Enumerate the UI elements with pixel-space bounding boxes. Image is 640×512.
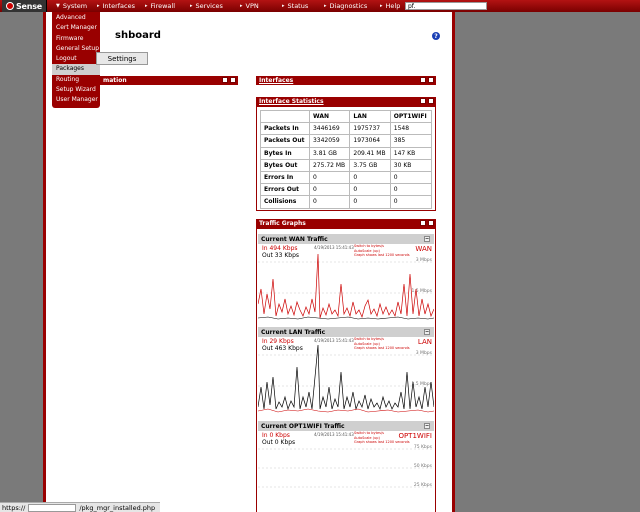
menu-item-advanced[interactable]: Advanced — [52, 13, 100, 23]
menu-diagnostics[interactable]: ▸ Diagnostics — [324, 0, 367, 12]
menu-interfaces[interactable]: ▸ Interfaces — [97, 0, 135, 12]
table-row: Errors In 0 0 0 — [260, 170, 433, 185]
arrow-down-icon: ▼ — [56, 3, 60, 9]
menu-item-logout[interactable]: Logout — [52, 54, 100, 64]
table-row: Bytes In 3.81 GB 209.41 MB 147 KB — [260, 146, 433, 160]
system-dropdown-menu: Advanced Cert Manager Firmware General S… — [52, 12, 100, 108]
minimize-icon[interactable]: − — [424, 423, 430, 429]
menu-item-cert-manager[interactable]: Cert Manager — [52, 23, 100, 33]
lan-graph-plot — [258, 344, 434, 413]
table-row: Collisions 0 0 0 — [260, 195, 433, 209]
menu-system[interactable]: ▼ System — [56, 0, 87, 12]
minimize-icon[interactable]: − — [424, 329, 430, 335]
interface-statistics-widget-header: Interface Statistics — [256, 97, 436, 106]
pfsense-logo[interactable]: Sense — [2, 0, 47, 12]
menu-item-packages[interactable]: Packages — [52, 64, 100, 75]
minimize-icon[interactable] — [420, 77, 426, 83]
lan-traffic-graph: In 29 Kbps Out 463 Kbps LAN 4/19/2013 15… — [258, 337, 434, 415]
close-icon[interactable] — [230, 77, 236, 83]
lan-graph-header: Current LAN Traffic − — [258, 327, 434, 337]
top-navigation: Sense ▼ System ▸ Interfaces ▸ Firewall ▸ Ser… — [0, 0, 640, 12]
logo-icon — [5, 2, 14, 10]
help-icon[interactable]: ? — [432, 32, 440, 40]
arrow-right-icon: ▸ — [190, 3, 193, 9]
interfaces-widget-header: Interfaces — [256, 76, 436, 85]
arrow-right-icon: ▸ — [380, 3, 383, 9]
arrow-right-icon: ▸ — [145, 3, 148, 9]
interface-statistics-body: WAN LAN OPT1WIFI Packets In 3446169 197573… — [256, 106, 436, 211]
table-header-row: WAN LAN OPT1WIFI — [260, 109, 433, 124]
menu-item-setup-wizard[interactable]: Setup Wizard — [52, 85, 100, 95]
status-bar-redacted-host — [28, 503, 77, 512]
table-row: Bytes Out 275.72 MB 3.75 GB 30 KB — [260, 158, 433, 172]
page-title: shboard — [115, 30, 161, 41]
close-icon[interactable] — [428, 98, 434, 104]
table-row: Errors Out 0 0 0 — [260, 183, 433, 197]
table-row: Packets In 3446169 1975737 1548 — [260, 122, 433, 136]
close-icon[interactable] — [428, 220, 434, 226]
settings-button[interactable]: Settings — [96, 52, 148, 65]
wan-graph-header: Current WAN Traffic − — [258, 234, 434, 244]
close-icon[interactable] — [428, 77, 434, 83]
opt1wifi-graph-plot — [258, 448, 434, 488]
menu-help[interactable]: ▸ Help — [380, 0, 400, 12]
menu-services[interactable]: ▸ Services — [190, 0, 223, 12]
minimize-icon[interactable]: − — [424, 236, 430, 242]
table-row: Packets Out 3342059 1973064 385 — [260, 134, 433, 148]
menu-firewall[interactable]: ▸ Firewall — [145, 0, 175, 12]
menu-status[interactable]: ▸ Status — [282, 0, 308, 12]
menu-item-general-setup[interactable]: General Setup — [52, 44, 100, 54]
menu-item-routing[interactable]: Routing — [52, 75, 100, 85]
minimize-icon[interactable] — [222, 77, 228, 83]
minimize-icon[interactable] — [420, 220, 426, 226]
arrow-right-icon: ▸ — [282, 3, 285, 9]
arrow-right-icon: ▸ — [324, 3, 327, 9]
wan-traffic-graph: In 494 Kbps Out 33 Kbps WAN 4/19/2013 15… — [258, 244, 434, 322]
menu-vpn[interactable]: ▸ VPN — [240, 0, 259, 12]
arrow-right-icon: ▸ — [97, 3, 100, 9]
minimize-icon[interactable] — [420, 98, 426, 104]
traffic-graphs-widget-header: Traffic Graphs — [256, 219, 436, 228]
menu-item-user-manager[interactable]: User Manager — [52, 95, 100, 105]
wan-graph-plot — [258, 253, 434, 320]
browser-status-bar: https:// /pkg_mgr_installed.php — [0, 502, 160, 512]
search-input[interactable]: pf. — [405, 2, 487, 10]
arrow-right-icon: ▸ — [240, 3, 243, 9]
menu-item-firmware[interactable]: Firmware — [52, 34, 100, 44]
opt1wifi-traffic-graph: In 0 Kbps Out 0 Kbps OPT1WIFI 4/19/2013 … — [258, 431, 434, 512]
interface-statistics-table: WAN LAN OPT1WIFI Packets In 3446169 197573… — [260, 109, 433, 209]
system-information-widget-header: mation — [100, 76, 238, 85]
opt1wifi-graph-header: Current OPT1WIFI Traffic − — [258, 421, 434, 431]
